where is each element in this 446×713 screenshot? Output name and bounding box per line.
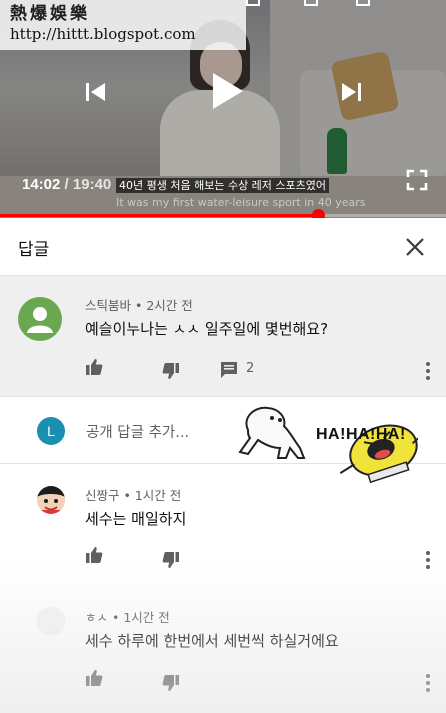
default-user-icon [27, 307, 53, 333]
user-avatar[interactable]: L [37, 417, 65, 445]
comment-author[interactable]: 신짱구 [85, 488, 120, 503]
fullscreen-icon [406, 169, 428, 191]
reply-comment: ㅎㅅ • 1시간 전 세수 하루에 한번에서 세번씩 하실거에요 [0, 590, 446, 713]
thumbs-down-icon [162, 552, 179, 568]
dislike-button[interactable] [162, 362, 180, 384]
like-button[interactable] [85, 546, 103, 568]
caption-english: It was my first water-leisure sport in 4… [116, 196, 366, 209]
comment-time: 1시간 전 [123, 610, 170, 625]
comment-meta: 신짱구 • 1시간 전 [85, 488, 182, 503]
player-top-icons [226, 0, 386, 10]
sticker-text: HA!HA!HA! [316, 426, 406, 443]
progress-bar[interactable] [0, 209, 446, 218]
parent-comment: 스틱붐바 • 2시간 전 예슬이누나는 ㅅㅅ 일주일에 몇번해요? 2 [0, 276, 446, 397]
like-button[interactable] [85, 669, 103, 691]
close-icon [406, 238, 424, 256]
play-button[interactable] [207, 70, 247, 112]
watermark-url: http://hittt.blogspot.com [10, 25, 196, 43]
previous-button[interactable] [83, 79, 109, 105]
progress-thumb[interactable] [311, 209, 325, 218]
comment-meta: ㅎㅅ • 1시간 전 [85, 610, 170, 625]
reply-comment: 신짱구 • 1시간 전 세수는 매일하지 [0, 465, 446, 590]
play-icon [213, 73, 243, 109]
close-button[interactable] [404, 236, 426, 262]
avatar[interactable] [37, 607, 65, 635]
thumbs-up-icon [86, 670, 103, 686]
replies-button[interactable] [220, 361, 238, 383]
skip-next-icon [342, 83, 361, 101]
more-options-button[interactable] [426, 551, 430, 572]
dislike-button[interactable] [162, 551, 180, 573]
add-reply-input[interactable]: 공개 답글 추가... [86, 421, 189, 442]
avatar[interactable] [37, 486, 65, 514]
more-options-button[interactable] [426, 362, 430, 383]
progress-fill [0, 214, 318, 217]
comment-text: 예슬이누나는 ㅅㅅ 일주일에 몇번해요? [85, 320, 329, 338]
comment-time: 1시간 전 [134, 488, 182, 503]
thumbs-up-icon [86, 547, 103, 563]
caption-korean: 40년 평생 처음 해보는 수상 레저 스포츠였어 [116, 178, 330, 193]
thumbs-down-icon [162, 675, 179, 691]
avatar[interactable] [18, 297, 62, 341]
comment-text: 세수는 매일하지 [85, 510, 187, 528]
reply-count: 2 [246, 361, 255, 376]
comment-icon [221, 362, 237, 378]
fullscreen-button[interactable] [406, 169, 428, 195]
next-button[interactable] [338, 79, 364, 105]
replies-header: 답글 [0, 218, 446, 276]
comment-text: 세수 하루에 한번에서 세번씩 하실거에요 [85, 632, 339, 650]
current-time: 14:02 [22, 176, 61, 193]
cartoon-avatar-icon [37, 486, 65, 514]
comment-author[interactable]: 스틱붐바 [85, 298, 131, 313]
watermark: 熱爆娛樂 http://hittt.blogspot.com [0, 0, 246, 50]
comment-author[interactable]: ㅎㅅ [85, 610, 108, 625]
time-display: 14:02 / 19:40 [22, 176, 112, 193]
more-options-button[interactable] [426, 674, 430, 695]
skip-previous-icon [86, 83, 105, 101]
watermark-title: 熱爆娛樂 [10, 4, 90, 24]
comment-meta: 스틱붐바 • 2시간 전 [85, 298, 193, 313]
duration: 19:40 [72, 176, 112, 193]
dislike-button[interactable] [162, 674, 180, 696]
thumbs-down-icon [162, 363, 179, 379]
thumbs-up-icon [86, 359, 103, 375]
like-button[interactable] [85, 358, 103, 380]
panel-title: 답글 [18, 240, 50, 260]
comment-time: 2시간 전 [146, 298, 193, 313]
